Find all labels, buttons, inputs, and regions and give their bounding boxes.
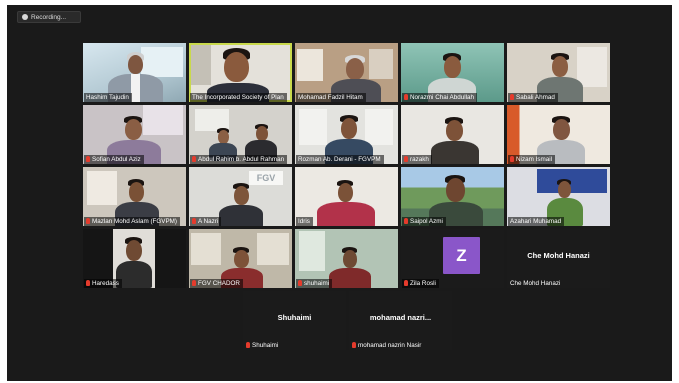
muted-mic-icon xyxy=(404,280,408,286)
video-tile[interactable]: Haredass xyxy=(83,229,186,288)
participant-name: Sabali Ahmad xyxy=(508,93,558,102)
participant-display-name: mohamad nazri... xyxy=(369,313,432,322)
video-tile-no-video[interactable]: mohamad nazri... mohamad nazrin Nasir xyxy=(349,291,452,350)
video-tile[interactable]: Azahari Muhamad xyxy=(507,167,610,226)
video-tile[interactable]: Mohamad Fadzil Hitam xyxy=(295,43,398,102)
video-tile[interactable]: shuhaimi xyxy=(295,229,398,288)
participant-name: Abdul Rahim b. Abdul Rahman xyxy=(190,155,288,164)
participant-name: Saipol Azmi xyxy=(402,217,446,226)
video-tile[interactable]: Sabali Ahmad xyxy=(507,43,610,102)
participant-name: Norazmi Chai Abdullah xyxy=(402,93,478,102)
participant-avatar: Z xyxy=(443,237,480,274)
muted-mic-icon xyxy=(404,218,408,224)
participant-name: Mohamad Fadzil Hitam xyxy=(296,93,366,102)
recording-label: Recording... xyxy=(31,14,67,21)
participant-name: Zila Rosli xyxy=(402,279,439,288)
participant-name: razakh xyxy=(402,155,432,164)
participant-name: Haredass xyxy=(84,279,122,288)
fgv-sign: FGV xyxy=(249,171,283,185)
participant-name: Che Mohd Hanazi xyxy=(510,280,561,287)
muted-mic-icon xyxy=(246,342,250,348)
participant-name: Azahari Muhamad xyxy=(508,217,565,226)
video-tile[interactable]: Rozman Ab. Derani - FGVPM xyxy=(295,105,398,164)
participant-name: Hashim Tajudin xyxy=(84,93,132,102)
video-tile-no-video[interactable]: Che Mohd Hanazi Che Mohd Hanazi xyxy=(507,229,610,288)
video-tile[interactable]: Abdul Rahim b. Abdul Rahman xyxy=(189,105,292,164)
participant-name: FGV CHADOR xyxy=(190,279,243,288)
video-tile[interactable]: Idris xyxy=(295,167,398,226)
video-tile[interactable]: razakh xyxy=(401,105,504,164)
muted-mic-icon xyxy=(404,156,408,162)
muted-mic-icon xyxy=(192,218,196,224)
participant-name: Nizam Ismail xyxy=(508,155,556,164)
video-tile-active-speaker[interactable]: The Incorporated Society of Plan xyxy=(189,43,292,102)
video-tile[interactable]: FGV A Nazri xyxy=(189,167,292,226)
video-tile[interactable]: Sofian Abdul Aziz xyxy=(83,105,186,164)
participant-name: The Incorporated Society of Plan xyxy=(190,93,287,102)
participant-display-name: Che Mohd Hanazi xyxy=(527,251,590,260)
participant-name: shuhaimi xyxy=(296,279,333,288)
muted-mic-icon xyxy=(192,156,196,162)
video-tile[interactable]: Mazlan Mohd Aslam (FGVPM) xyxy=(83,167,186,226)
video-tile[interactable]: Nizam Ismail xyxy=(507,105,610,164)
participant-name: Mazlan Mohd Aslam (FGVPM) xyxy=(84,217,181,226)
video-tile[interactable]: Norazmi Chai Abdullah xyxy=(401,43,504,102)
participant-name: Rozman Ab. Derani - FGVPM xyxy=(296,155,384,164)
participant-name: A Nazri xyxy=(190,217,222,226)
muted-mic-icon xyxy=(510,94,514,100)
muted-mic-icon xyxy=(86,156,90,162)
muted-mic-icon xyxy=(510,156,514,162)
video-tile-no-video[interactable]: Shuhaimi Shuhaimi xyxy=(243,291,346,350)
participant-display-name: Shuhaimi xyxy=(277,313,312,322)
muted-mic-icon xyxy=(404,94,408,100)
participant-name: Shuhaimi xyxy=(244,341,281,350)
meeting-gallery-view: Recording... Hashim Tajudin The Incorpor… xyxy=(7,5,672,381)
video-tile[interactable]: Saipol Azmi xyxy=(401,167,504,226)
recording-indicator[interactable]: Recording... xyxy=(17,11,81,23)
participant-name: Idris xyxy=(296,217,313,226)
muted-mic-icon xyxy=(298,280,302,286)
cloud-record-icon xyxy=(22,14,28,20)
muted-mic-icon xyxy=(86,218,90,224)
muted-mic-icon xyxy=(86,280,90,286)
muted-mic-icon xyxy=(352,342,356,348)
video-tile-no-video[interactable]: Z Zila Rosli xyxy=(401,229,504,288)
muted-mic-icon xyxy=(192,280,196,286)
video-tile[interactable]: FGV CHADOR xyxy=(189,229,292,288)
participant-name: mohamad nazrin Nasir xyxy=(350,341,424,350)
video-tile[interactable]: Hashim Tajudin xyxy=(83,43,186,102)
participant-name: Sofian Abdul Aziz xyxy=(84,155,144,164)
